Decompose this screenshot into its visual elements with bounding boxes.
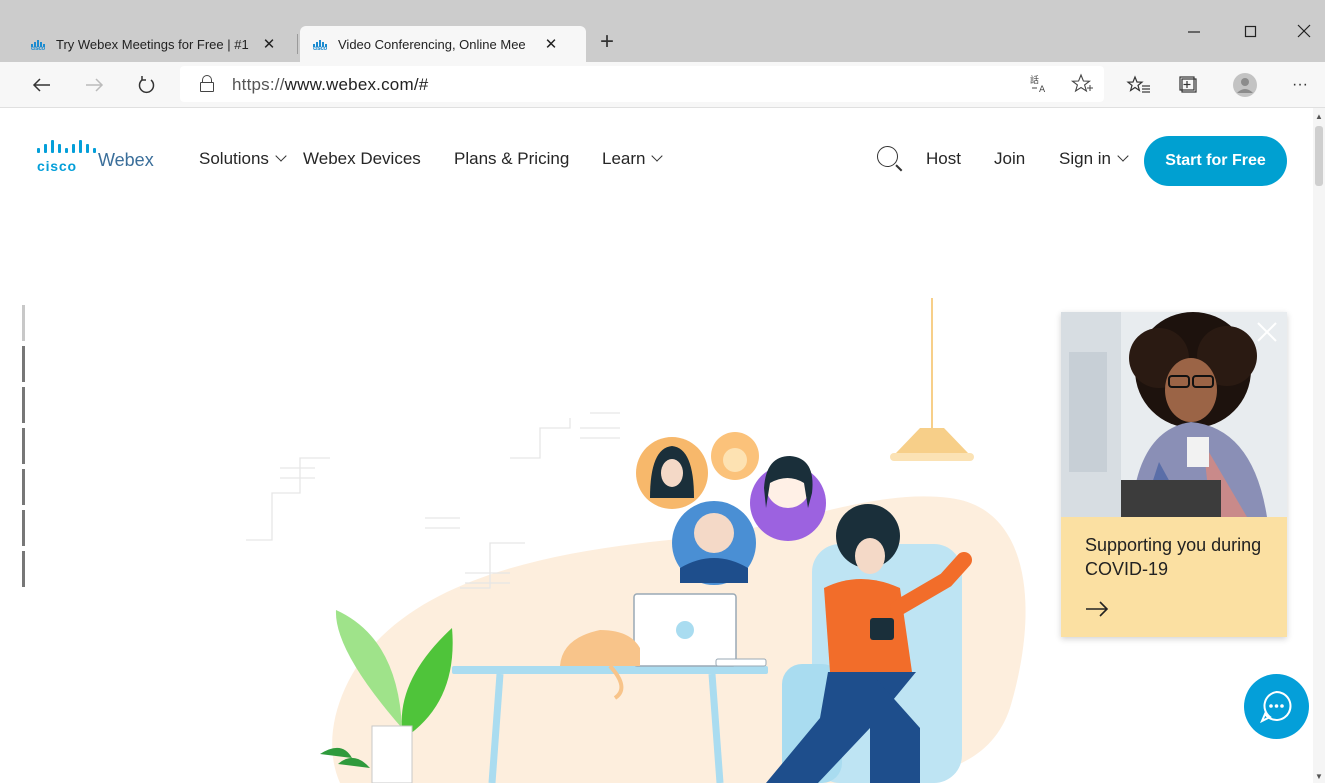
new-tab-button[interactable]: + <box>594 30 620 56</box>
profile-button[interactable] <box>1231 71 1259 99</box>
chevron-down-icon <box>651 150 664 162</box>
nav-learn[interactable]: Learn <box>602 149 664 169</box>
nav-webex-devices[interactable]: Webex Devices <box>303 149 421 169</box>
tab-webex-meetings[interactable]: cisco Try Webex Meetings for Free | #1 ✕ <box>18 26 296 62</box>
lock-icon[interactable] <box>200 75 214 93</box>
maximize-icon <box>1244 25 1257 38</box>
svg-text:A: A <box>1039 85 1046 95</box>
back-arrow-icon <box>32 78 50 92</box>
close-icon[interactable] <box>1255 320 1279 344</box>
minimize-icon <box>1188 31 1200 33</box>
browser-toolbar: https://www.webex.com/# 話A ··· <box>0 62 1325 108</box>
webpage: cisco Webex Solutions Webex Devices Plan… <box>0 108 1313 783</box>
carousel-indicator <box>22 305 25 591</box>
cisco-favicon-icon: cisco <box>31 38 47 52</box>
scroll-up-icon[interactable]: ▲ <box>1315 112 1323 121</box>
scroll-thumb[interactable] <box>1315 126 1323 186</box>
tab-title: Try Webex Meetings for Free | #1 <box>56 36 249 52</box>
tab-close-icon[interactable]: ✕ <box>261 35 277 53</box>
nav-plans-pricing[interactable]: Plans & Pricing <box>454 149 569 169</box>
tab-title: Video Conferencing, Online Mee <box>338 36 526 52</box>
chat-button[interactable] <box>1244 674 1309 739</box>
chevron-down-icon <box>275 150 287 162</box>
close-window-button[interactable] <box>1281 16 1325 48</box>
favorites-icon <box>1126 75 1150 93</box>
start-for-free-button[interactable]: Start for Free <box>1144 136 1287 186</box>
maximize-button[interactable] <box>1227 16 1273 48</box>
join-link[interactable]: Join <box>994 149 1025 169</box>
favorite-star-icon[interactable] <box>1070 72 1094 96</box>
nav-learn-label: Learn <box>602 149 646 168</box>
covid-card-text: Supporting you during COVID-19 <box>1085 535 1262 579</box>
profile-icon <box>1233 73 1257 97</box>
forward-button[interactable] <box>80 71 108 99</box>
minimize-button[interactable] <box>1170 16 1216 48</box>
refresh-icon <box>138 76 155 94</box>
collections-icon <box>1179 76 1197 93</box>
cisco-favicon-icon: cisco <box>313 38 329 52</box>
signin-menu[interactable]: Sign in <box>1059 149 1129 169</box>
cisco-webex-logo[interactable]: cisco Webex <box>37 132 167 174</box>
forward-arrow-icon <box>86 78 104 92</box>
back-button[interactable] <box>28 71 56 99</box>
refresh-button[interactable] <box>132 71 160 99</box>
scroll-down-icon[interactable]: ▼ <box>1315 772 1323 781</box>
search-icon[interactable] <box>877 146 903 172</box>
signin-label: Sign in <box>1059 149 1111 168</box>
collections-button[interactable] <box>1175 71 1203 99</box>
tab-separator <box>297 34 298 54</box>
covid-card-body: Supporting you during COVID-19 <box>1061 517 1287 637</box>
logo-cisco-text: cisco <box>37 158 77 174</box>
url-text[interactable]: https://www.webex.com/# <box>232 75 428 95</box>
hero-illustration <box>246 298 1026 783</box>
woman-with-laptop-photo <box>1061 312 1287 517</box>
page-scrollbar[interactable]: ▲ ▼ <box>1313 108 1325 783</box>
chat-icon <box>1260 690 1292 724</box>
tab-close-icon[interactable]: ✕ <box>543 35 559 53</box>
nav-solutions-label: Solutions <box>199 149 269 168</box>
tab-strip: cisco Try Webex Meetings for Free | #1 ✕… <box>0 0 1325 62</box>
arrow-right-icon[interactable] <box>1085 599 1111 619</box>
logo-webex-text: Webex <box>98 150 154 170</box>
address-bar[interactable]: https://www.webex.com/# 話A <box>180 66 1104 102</box>
favorites-button[interactable] <box>1125 71 1153 99</box>
svg-text:話: 話 <box>1030 74 1039 86</box>
chevron-down-icon <box>1117 150 1129 162</box>
tab-video-conferencing[interactable]: cisco Video Conferencing, Online Mee ✕ <box>300 26 586 62</box>
host-link[interactable]: Host <box>926 149 961 169</box>
translate-icon[interactable]: 話A <box>1028 72 1052 96</box>
covid-promo-card[interactable]: Supporting you during COVID-19 <box>1061 312 1287 637</box>
more-button[interactable]: ··· <box>1286 71 1314 99</box>
close-icon <box>1297 24 1311 38</box>
nav-solutions[interactable]: Solutions <box>199 149 287 169</box>
browser-window: cisco Try Webex Meetings for Free | #1 ✕… <box>0 0 1325 783</box>
